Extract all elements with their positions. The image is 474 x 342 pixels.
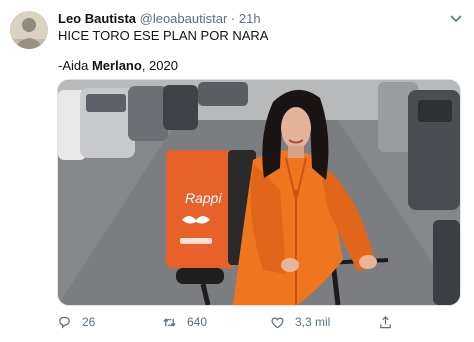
attribution-suffix: , 2020: [141, 58, 178, 73]
reply-count: 26: [82, 315, 96, 329]
retweet-count: 640: [187, 315, 208, 329]
reply-icon: [59, 316, 70, 329]
share-button[interactable]: [378, 312, 403, 332]
retweet-icon: [163, 317, 176, 327]
reply-button[interactable]: 26: [57, 312, 95, 332]
retweet-button[interactable]: 640: [162, 312, 207, 332]
tweet-header: Leo Bautista @leoabautistar · 21h: [58, 11, 261, 27]
tweet-time[interactable]: 21h: [239, 11, 261, 26]
tweet-actions: 26 640 3,3 mil: [0, 312, 474, 332]
author-name[interactable]: Leo Bautista: [58, 11, 136, 26]
author-handle[interactable]: @leoabautistar: [140, 11, 228, 26]
like-icon: [271, 317, 284, 328]
separator-dot: ·: [230, 11, 236, 26]
avatar[interactable]: [10, 11, 48, 49]
tweet-text-line1: HICE TORO ESE PLAN POR NARA: [58, 28, 269, 43]
like-button[interactable]: 3,3 mil: [270, 312, 330, 332]
photo-delivery-rider: Rappi: [58, 80, 460, 305]
tweet-text-attribution: -Aida Merlano, 2020: [58, 58, 178, 74]
chevron-down-icon[interactable]: [448, 10, 464, 26]
share-icon: [380, 315, 391, 328]
attribution-prefix: -Aida: [58, 58, 92, 73]
bag-logo-text: Rappi: [185, 190, 222, 206]
tweet-photo[interactable]: Rappi: [57, 79, 461, 306]
attribution-surname: Merlano: [91, 58, 142, 73]
like-count: 3,3 mil: [295, 315, 331, 329]
tweet-card[interactable]: Leo Bautista @leoabautistar · 21h HICE T…: [0, 0, 474, 342]
